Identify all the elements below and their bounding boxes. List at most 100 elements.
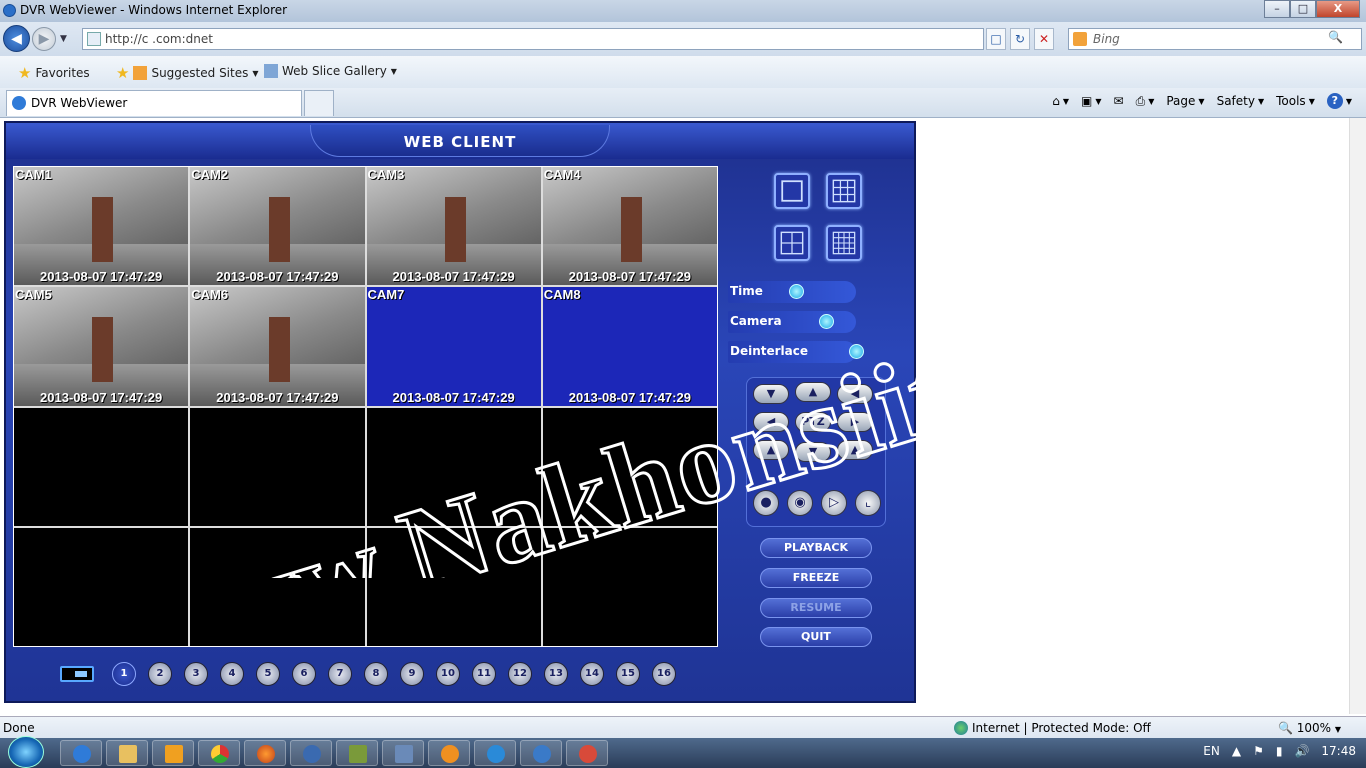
zoom-level[interactable]: 🔍 100% ▼ bbox=[1278, 721, 1341, 735]
channel-button-1[interactable]: 1 bbox=[112, 662, 136, 686]
history-dropdown-icon[interactable]: ▼ bbox=[60, 34, 67, 44]
minimize-button[interactable]: – bbox=[1264, 0, 1290, 18]
mail-button[interactable]: ✉ bbox=[1114, 94, 1124, 108]
ptz-center-button[interactable]: PTZ bbox=[795, 412, 831, 432]
home-button[interactable]: ⌂ ▼ bbox=[1052, 94, 1069, 108]
tray-expand-icon[interactable]: ▲ bbox=[1232, 744, 1241, 758]
forward-button[interactable]: ▶ bbox=[32, 27, 56, 51]
stop-icon[interactable]: ✕ bbox=[1034, 28, 1054, 50]
channel-button-9[interactable]: 9 bbox=[400, 662, 424, 686]
layout-1x1-button[interactable] bbox=[774, 173, 810, 209]
taskbar-app-9[interactable] bbox=[428, 740, 470, 766]
layout-4x4-button[interactable] bbox=[826, 225, 862, 261]
suggested-sites-link[interactable]: ★ Suggested Sites ▼ bbox=[116, 64, 259, 82]
taskbar-ie[interactable] bbox=[60, 740, 102, 766]
zoom-out-button[interactable]: ● bbox=[753, 490, 779, 516]
taskbar-firefox[interactable] bbox=[244, 740, 286, 766]
tools-menu[interactable]: Tools ▼ bbox=[1276, 94, 1315, 108]
layout-3x3-button[interactable] bbox=[826, 173, 862, 209]
channel-button-8[interactable]: 8 bbox=[364, 662, 388, 686]
channel-button-5[interactable]: 5 bbox=[256, 662, 280, 686]
taskbar-explorer[interactable] bbox=[106, 740, 148, 766]
web-slice-gallery-link[interactable]: Web Slice Gallery ▼ bbox=[264, 64, 397, 78]
camera-cell[interactable] bbox=[542, 527, 717, 646]
camera-cell[interactable]: CAM3 2013-08-07 17:47:29 bbox=[366, 167, 541, 286]
ptz-right-button[interactable]: ▶ bbox=[837, 412, 873, 432]
camera-cell[interactable] bbox=[14, 527, 189, 646]
search-icon[interactable]: 🔍 bbox=[1328, 30, 1343, 44]
help-menu[interactable]: ? ▼ bbox=[1326, 93, 1352, 109]
camera-cell[interactable]: CAM6 2013-08-07 17:47:29 bbox=[190, 287, 365, 406]
safety-menu[interactable]: Safety ▼ bbox=[1217, 94, 1265, 108]
camera-cell[interactable] bbox=[366, 407, 541, 526]
camera-cell[interactable]: CAM1 2013-08-07 17:47:29 bbox=[14, 167, 189, 286]
channel-button-11[interactable]: 11 bbox=[472, 662, 496, 686]
ptz-up-button[interactable]: ▲ bbox=[795, 382, 831, 402]
ptz-down-button[interactable]: ▼ bbox=[795, 442, 831, 462]
camera-cell[interactable]: CAM5 2013-08-07 17:47:29 bbox=[14, 287, 189, 406]
quit-button[interactable]: QUIT bbox=[760, 627, 872, 647]
ptz-up-right-button[interactable]: ◀ bbox=[837, 384, 873, 404]
taskbar-media-player[interactable] bbox=[152, 740, 194, 766]
feeds-button[interactable]: ▣ ▼ bbox=[1081, 94, 1102, 108]
channel-button-3[interactable]: 3 bbox=[184, 662, 208, 686]
vertical-scrollbar[interactable] bbox=[1349, 118, 1366, 714]
channel-button-14[interactable]: 14 bbox=[580, 662, 604, 686]
ptz-down-left-button[interactable]: ▲ bbox=[753, 440, 789, 460]
camera-toggle[interactable]: Camera bbox=[728, 311, 856, 333]
camera-cell[interactable]: CAM2 2013-08-07 17:47:29 bbox=[190, 167, 365, 286]
signal-icon[interactable]: ▮ bbox=[1276, 744, 1283, 758]
ptz-up-left-button[interactable]: ▼ bbox=[753, 384, 789, 404]
resume-button[interactable]: RESUME bbox=[760, 598, 872, 618]
channel-button-16[interactable]: 16 bbox=[652, 662, 676, 686]
camera-cell[interactable] bbox=[14, 407, 189, 526]
camera-cell[interactable] bbox=[366, 527, 541, 646]
taskbar-app-12[interactable] bbox=[566, 740, 608, 766]
flag-icon[interactable]: ⚑ bbox=[1253, 744, 1264, 758]
volume-icon[interactable]: 🔊 bbox=[1294, 744, 1309, 758]
camera-cell[interactable]: CAM7 2013-08-07 17:47:29 bbox=[366, 287, 541, 406]
favorites-button[interactable]: ★ Favorites bbox=[18, 64, 90, 82]
clock[interactable]: 17:48 bbox=[1321, 744, 1356, 758]
tab-dvr-webviewer[interactable]: DVR WebViewer bbox=[6, 90, 302, 116]
print-button[interactable]: ⎙ ▼ bbox=[1136, 94, 1155, 109]
compat-view-icon[interactable]: □ bbox=[986, 28, 1006, 50]
iris-button[interactable]: ⌞ bbox=[855, 490, 881, 516]
channel-button-6[interactable]: 6 bbox=[292, 662, 316, 686]
search-input[interactable]: Bing 🔍 bbox=[1068, 28, 1362, 50]
taskbar-network[interactable] bbox=[336, 740, 378, 766]
channel-button-13[interactable]: 13 bbox=[544, 662, 568, 686]
taskbar-app-6[interactable] bbox=[290, 740, 332, 766]
channel-button-15[interactable]: 15 bbox=[616, 662, 640, 686]
ptz-left-button[interactable]: ◀ bbox=[753, 412, 789, 432]
channel-button-12[interactable]: 12 bbox=[508, 662, 532, 686]
playback-button[interactable]: PLAYBACK bbox=[760, 538, 872, 558]
close-button[interactable]: X bbox=[1316, 0, 1360, 18]
camera-cell[interactable] bbox=[190, 527, 365, 646]
focus-button[interactable]: ▷ bbox=[821, 490, 847, 516]
start-button[interactable] bbox=[8, 736, 44, 768]
taskbar-app-10[interactable] bbox=[474, 740, 516, 766]
maximize-button[interactable]: □ bbox=[1290, 0, 1316, 18]
channel-button-4[interactable]: 4 bbox=[220, 662, 244, 686]
page-menu[interactable]: Page ▼ bbox=[1166, 94, 1204, 108]
channel-button-2[interactable]: 2 bbox=[148, 662, 172, 686]
zoom-in-button[interactable]: ◉ bbox=[787, 490, 813, 516]
deinterlace-toggle[interactable]: Deinterlace bbox=[728, 341, 864, 363]
camera-cell[interactable] bbox=[542, 407, 717, 526]
refresh-icon[interactable]: ↻ bbox=[1010, 28, 1030, 50]
channel-button-10[interactable]: 10 bbox=[436, 662, 460, 686]
new-tab-button[interactable] bbox=[304, 90, 334, 116]
camera-cell[interactable] bbox=[190, 407, 365, 526]
language-indicator[interactable]: EN bbox=[1203, 744, 1220, 758]
ptz-down-right-button[interactable]: ▲ bbox=[837, 440, 873, 460]
back-button[interactable]: ◀ bbox=[3, 25, 30, 52]
taskbar-itunes[interactable] bbox=[520, 740, 562, 766]
camera-cell[interactable]: CAM4 2013-08-07 17:47:29 bbox=[542, 167, 717, 286]
address-input[interactable]: http://c .com:dnet bbox=[82, 28, 984, 50]
camera-cell[interactable]: CAM8 2013-08-07 17:47:29 bbox=[542, 287, 717, 406]
time-toggle[interactable]: Time bbox=[728, 281, 856, 303]
taskbar-chrome[interactable] bbox=[198, 740, 240, 766]
taskbar-remote[interactable] bbox=[382, 740, 424, 766]
layout-2x2-button[interactable] bbox=[774, 225, 810, 261]
